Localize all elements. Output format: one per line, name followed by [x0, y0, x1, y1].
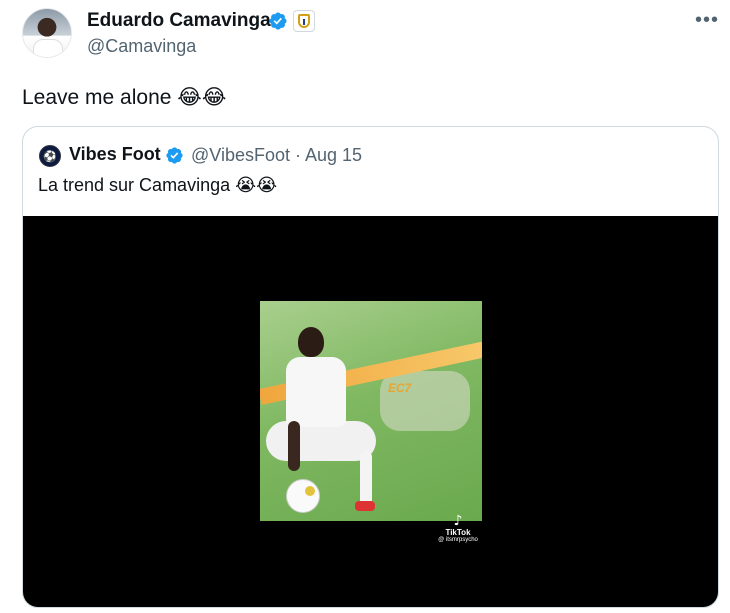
verified-badge-icon	[166, 147, 183, 164]
verified-badge-icon	[269, 12, 287, 30]
tiktok-brand: TikTok	[445, 528, 471, 537]
author-handle[interactable]: @Camavinga	[87, 36, 196, 57]
overlay-tag: EC7	[388, 381, 412, 395]
quoted-tweet[interactable]: ⚽ Vibes Foot @VibesFoot · Aug 15 La tren…	[22, 126, 719, 608]
football	[286, 479, 320, 513]
tiktok-logo-icon: ♪	[453, 513, 463, 529]
tweet-text: Leave me alone 😂😂	[22, 86, 227, 109]
quoted-text: La trend sur Camavinga 😭😭	[38, 175, 278, 195]
video-player[interactable]: EC7 ♪ TikTok @ itsmrpsycho	[23, 216, 718, 607]
tiktok-user: @ itsmrpsycho	[438, 537, 478, 543]
quoted-author-name[interactable]: Vibes Foot	[69, 144, 161, 165]
tiktok-watermark: ♪ TikTok @ itsmrpsycho	[433, 514, 483, 543]
club-badge-icon	[293, 10, 315, 32]
quoted-avatar[interactable]: ⚽	[39, 145, 61, 167]
avatar[interactable]	[22, 8, 72, 58]
more-options-icon[interactable]: •••	[695, 10, 719, 30]
video-thumbnail: EC7	[260, 301, 482, 521]
quoted-handle-date: @VibesFoot · Aug 15	[191, 145, 363, 165]
author-name[interactable]: Eduardo Camavinga	[87, 10, 271, 32]
